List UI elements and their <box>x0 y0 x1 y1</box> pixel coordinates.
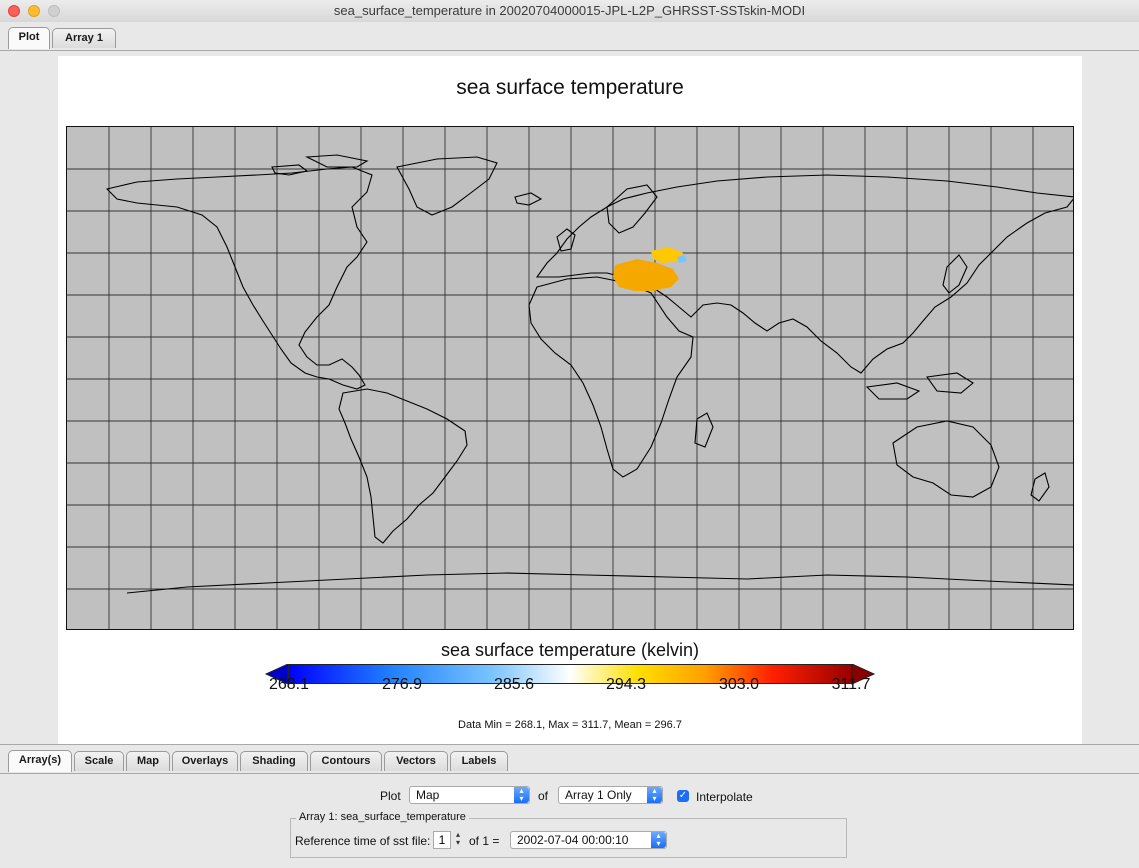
colorbar-tick-0: 268.1 <box>268 676 310 693</box>
tab-arrays[interactable]: Array(s) <box>8 750 72 772</box>
map-grid-lines <box>67 127 1073 629</box>
tab-map[interactable]: Map <box>126 751 170 771</box>
ref-time-label: Reference time of sst file: <box>295 834 431 848</box>
data-stats: Data Min = 268.1, Max = 311.7, Mean = 29… <box>458 719 682 731</box>
array-group-label: Array 1: sea_surface_temperature <box>296 811 469 823</box>
time-value: 2002-07-04 00:00:10 <box>517 833 629 847</box>
time-index-stepper[interactable]: ▴ ▾ <box>453 831 463 849</box>
tab-contours[interactable]: Contours <box>310 751 382 771</box>
tab-labels[interactable]: Labels <box>450 751 508 771</box>
bottom-tab-bar: Array(s) Scale Map Overlays Shading Cont… <box>0 744 1139 774</box>
tab-vectors[interactable]: Vectors <box>384 751 448 771</box>
plot-panel: sea surface temperature sea surface temp… <box>58 56 1082 744</box>
sst-data-region <box>613 247 687 291</box>
chevron-updown-icon: ▴ ▾ <box>651 832 666 848</box>
array-choice-value: Array 1 Only <box>565 788 632 802</box>
plot-type-select[interactable]: Map ▴ ▾ <box>409 786 530 804</box>
time-index-input[interactable]: 1 <box>433 831 451 849</box>
tab-overlays[interactable]: Overlays <box>172 751 238 771</box>
chevron-updown-icon: ▴ ▾ <box>514 787 529 803</box>
interpolate-checkbox[interactable]: ✓ <box>677 790 689 802</box>
time-value-select[interactable]: 2002-07-04 00:00:10 ▴ ▾ <box>510 831 667 849</box>
plot-type-value: Map <box>416 788 440 802</box>
map-graphic <box>67 127 1073 629</box>
colorbar <box>264 664 876 688</box>
title-bar: sea_surface_temperature in 2002070400001… <box>0 0 1139 23</box>
top-tab-bar: Plot Array 1 <box>0 22 1139 51</box>
coastlines <box>105 154 1073 594</box>
colorbar-title: sea surface temperature (kelvin) <box>440 640 700 660</box>
of-count-label: of 1 = <box>469 834 500 848</box>
interpolate-label: Interpolate <box>696 790 753 804</box>
colorbar-tick-1: 276.9 <box>381 676 423 693</box>
plot-label: Plot <box>380 789 401 803</box>
window-title: sea_surface_temperature in 2002070400001… <box>333 3 806 18</box>
tab-shading[interactable]: Shading <box>240 751 308 771</box>
tab-scale[interactable]: Scale <box>74 751 124 771</box>
colorbar-tick-2: 285.6 <box>493 676 535 693</box>
controls-panel: Plot Map ▴ ▾ of Array 1 Only ▴ ▾ ✓ Interpo… <box>0 773 1139 868</box>
colorbar-tick-3: 294.3 <box>605 676 647 693</box>
colorbar-tick-5: 311.7 <box>831 676 871 693</box>
chevron-updown-icon: ▴ ▾ <box>647 787 662 803</box>
world-map <box>66 126 1074 630</box>
tab-array-1[interactable]: Array 1 <box>52 28 116 48</box>
colorbar-tick-4: 303.0 <box>718 676 760 693</box>
array-choice-select[interactable]: Array 1 Only ▴ ▾ <box>558 786 663 804</box>
of-label: of <box>538 789 549 803</box>
tab-plot[interactable]: Plot <box>8 27 50 49</box>
plot-title: sea surface temperature <box>456 76 684 99</box>
